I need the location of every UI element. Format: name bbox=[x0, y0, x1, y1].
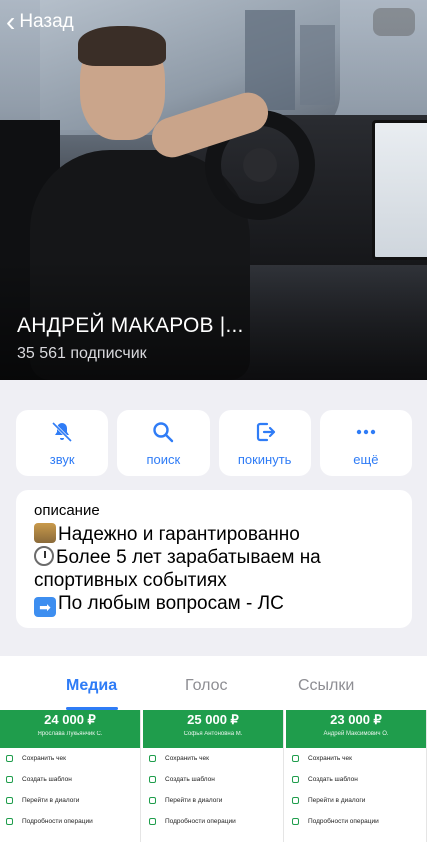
receipt-amount: 24 000 ₽ bbox=[44, 712, 96, 727]
receipt-row: Перейти в диалоги bbox=[286, 790, 426, 811]
receipt-row-label: Подробности операции bbox=[22, 818, 93, 825]
receipt-icon bbox=[149, 818, 156, 825]
receipt-row-label: Сохранить чек bbox=[22, 755, 66, 762]
more-button[interactable]: ещё bbox=[319, 410, 412, 476]
bank-emoji-icon bbox=[34, 523, 56, 543]
receipt-row: Подробности операции bbox=[286, 811, 426, 832]
more-icon bbox=[356, 429, 376, 434]
tab-media[interactable]: Медиа bbox=[66, 677, 117, 695]
receipt-row: Сохранить чек bbox=[143, 748, 283, 769]
tab-voice[interactable]: Голос bbox=[185, 677, 228, 695]
receipt-row-label: Сохранить чек bbox=[308, 755, 352, 762]
description-card: описание Надежно и гарантированно Более … bbox=[16, 490, 412, 628]
mute-button[interactable]: звук bbox=[16, 410, 109, 476]
receipt-name: Андрей Максимович О. bbox=[323, 731, 389, 737]
receipt-row: Перейти в диалоги bbox=[143, 790, 283, 811]
description-line: Надежно и гарантированно bbox=[34, 523, 394, 546]
description-line: спортивных событиях bbox=[34, 569, 394, 592]
search-label: поиск bbox=[146, 451, 181, 467]
media-grid: 24 000 ₽ Ярослава Лукьянчик С. Сохранить… bbox=[0, 710, 427, 842]
media-thumbnail[interactable]: 24 000 ₽ Ярослава Лукьянчик С. Сохранить… bbox=[0, 710, 141, 842]
more-label: ещё bbox=[353, 451, 379, 467]
receipt-row: Подробности операции bbox=[143, 811, 283, 832]
clock-emoji-icon bbox=[34, 546, 54, 566]
receipt-row: Создать шаблон bbox=[0, 769, 140, 790]
receipt-header: 25 000 ₽ Софья Антоновна М. bbox=[143, 710, 283, 748]
chevron-left-icon: ‹ bbox=[6, 6, 16, 37]
leave-button[interactable]: покинуть bbox=[218, 410, 311, 476]
receipt-row-label: Перейти в диалоги bbox=[165, 797, 223, 804]
receipt-row-label: Перейти в диалоги bbox=[22, 797, 80, 804]
mini-player-button[interactable] bbox=[373, 8, 415, 36]
receipt-row: Перейти в диалоги bbox=[0, 790, 140, 811]
receipt-amount: 25 000 ₽ bbox=[187, 712, 239, 727]
description-line: Более 5 лет зарабатываем на bbox=[34, 546, 394, 569]
search-button[interactable]: поиск bbox=[117, 410, 210, 476]
receipt-row-label: Создать шаблон bbox=[308, 776, 358, 783]
receipt-header: 24 000 ₽ Ярослава Лукьянчик С. bbox=[0, 710, 140, 748]
subscriber-count: 35 561 подписчик bbox=[17, 345, 147, 362]
receipt-icon bbox=[292, 818, 299, 825]
mute-label: звук bbox=[49, 451, 75, 467]
media-thumbnail[interactable]: 23 000 ₽ Андрей Максимович О. Сохранить … bbox=[286, 710, 427, 842]
receipt-row: Подробности операции bbox=[0, 811, 140, 832]
leave-label: покинуть bbox=[237, 451, 292, 467]
back-label: Назад bbox=[19, 11, 74, 32]
receipt-icon bbox=[149, 776, 156, 783]
receipt-header: 23 000 ₽ Андрей Максимович О. bbox=[286, 710, 426, 748]
receipt-icon bbox=[149, 755, 156, 762]
receipt-icon bbox=[149, 797, 156, 804]
receipt-icon bbox=[292, 797, 299, 804]
receipt-icon bbox=[292, 776, 299, 783]
receipt-row-label: Подробности операции bbox=[308, 818, 379, 825]
receipt-row-label: Перейти в диалоги bbox=[308, 797, 366, 804]
receipt-icon bbox=[6, 755, 13, 762]
receipt-row-label: Создать шаблон bbox=[22, 776, 72, 783]
tab-links[interactable]: Ссылки bbox=[298, 677, 354, 695]
description-text: Надежно и гарантированно bbox=[58, 524, 300, 545]
leave-icon bbox=[256, 422, 275, 441]
bell-slash-icon bbox=[52, 421, 73, 442]
arrow-right-emoji-icon: ➡ bbox=[34, 597, 56, 617]
back-button[interactable]: ‹ Назад bbox=[6, 6, 74, 37]
channel-title: АНДРЕЙ МАКАРОВ |... bbox=[17, 314, 244, 337]
media-thumbnail[interactable]: 25 000 ₽ Софья Антоновна М. Сохранить че… bbox=[143, 710, 284, 842]
receipt-row-label: Создать шаблон bbox=[165, 776, 215, 783]
receipt-icon bbox=[6, 818, 13, 825]
receipt-row: Сохранить чек bbox=[286, 748, 426, 769]
description-line: ➡ По любым вопросам - ЛС bbox=[34, 592, 394, 617]
receipt-icon bbox=[6, 797, 13, 804]
receipt-row-label: Сохранить чек bbox=[165, 755, 209, 762]
media-tabs: Медиа Голос Ссылки bbox=[0, 656, 427, 710]
receipt-row: Сохранить чек bbox=[0, 748, 140, 769]
receipt-name: Ярослава Лукьянчик С. bbox=[37, 731, 103, 737]
receipt-row-label: Подробности операции bbox=[165, 818, 236, 825]
receipt-row: Создать шаблон bbox=[143, 769, 283, 790]
description-text: Более 5 лет зарабатываем на bbox=[56, 547, 321, 568]
receipt-amount: 23 000 ₽ bbox=[330, 712, 382, 727]
description-header: описание bbox=[34, 502, 100, 519]
description-text: По любым вопросам - ЛС bbox=[58, 593, 284, 614]
receipt-name: Софья Антоновна М. bbox=[183, 731, 243, 737]
description-text: спортивных событиях bbox=[34, 570, 227, 591]
search-icon bbox=[153, 421, 174, 442]
receipt-icon bbox=[292, 755, 299, 762]
action-bar: звук поиск покинуть ещё bbox=[16, 410, 412, 476]
receipt-row: Создать шаблон bbox=[286, 769, 426, 790]
receipt-icon bbox=[6, 776, 13, 783]
